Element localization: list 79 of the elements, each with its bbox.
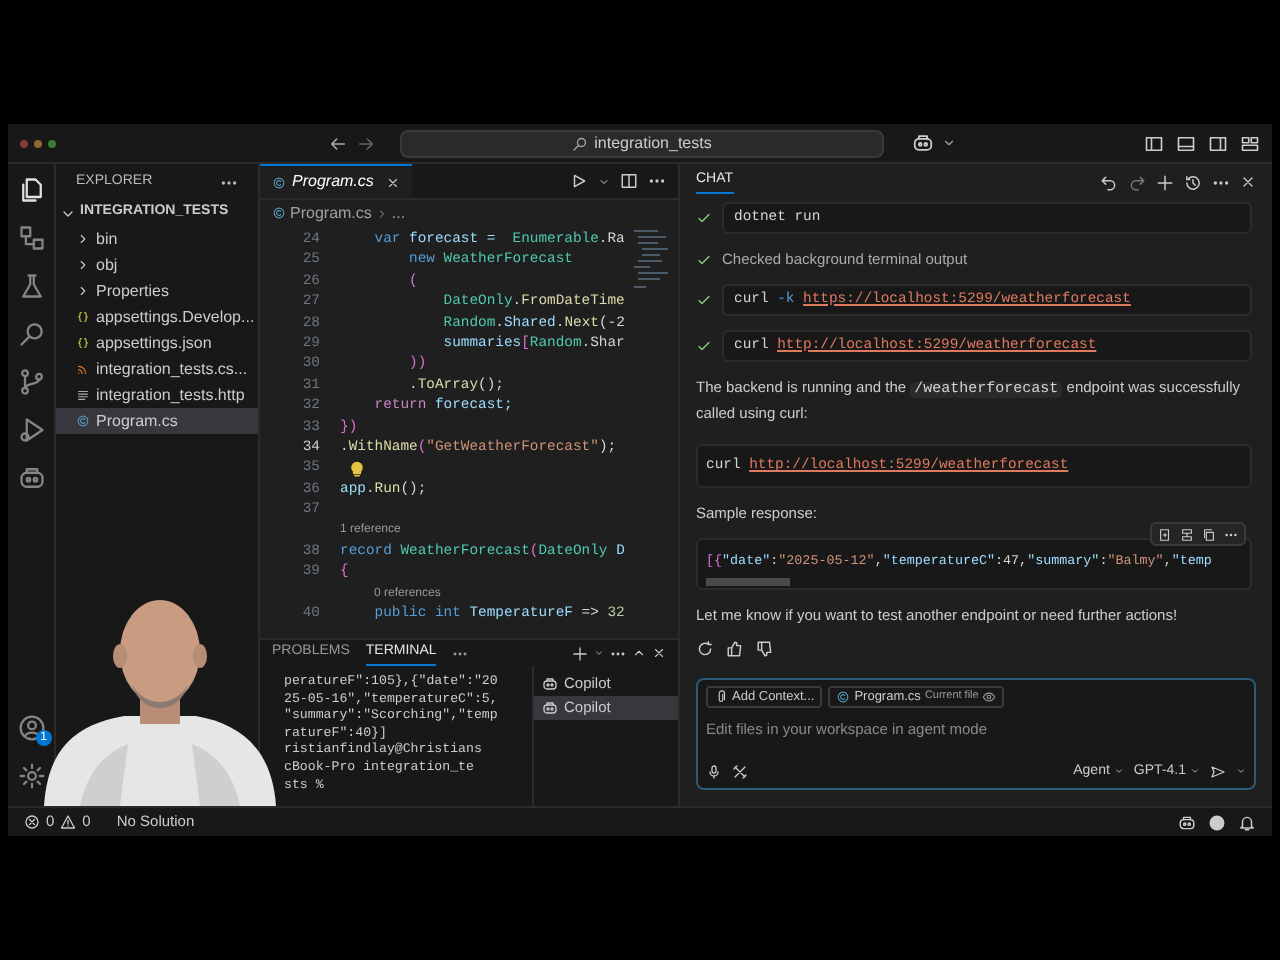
status-dot-icon[interactable]	[1208, 813, 1226, 831]
error-icon[interactable]	[24, 814, 40, 830]
close-icon[interactable]	[1240, 174, 1256, 190]
robot-icon[interactable]	[17, 464, 45, 492]
file-tree-item[interactable]: bin	[56, 226, 258, 252]
chevron-right-icon	[375, 207, 388, 219]
account-icon[interactable]	[17, 714, 45, 742]
run-debug-icon[interactable]	[17, 416, 45, 444]
breadcrumb-item[interactable]: Program.cs	[290, 201, 372, 225]
check-icon	[696, 292, 712, 309]
tools-icon[interactable]	[732, 763, 748, 780]
lines-icon	[76, 388, 90, 402]
retry-icon[interactable]	[696, 640, 714, 659]
customize-layout-icon[interactable]	[1240, 133, 1260, 153]
scrollbar-thumb	[706, 578, 790, 587]
split-editor-icon[interactable]	[620, 172, 638, 190]
file-tree-item[interactable]: Properties	[56, 278, 258, 304]
copy-icon[interactable]	[1202, 527, 1216, 542]
editor-tab[interactable]: Program.cs	[260, 164, 412, 198]
caret-icon[interactable]	[1236, 766, 1246, 777]
file-tree-item[interactable]: integration_tests.cs...	[56, 356, 258, 382]
caret-icon	[1190, 766, 1200, 777]
bell-icon[interactable]	[1238, 813, 1256, 831]
check-icon	[696, 338, 712, 355]
caret-icon[interactable]	[942, 136, 956, 150]
redo-icon[interactable]	[1128, 173, 1146, 191]
sidebar-layout-icon[interactable]	[1144, 133, 1164, 153]
remote-explorer-icon[interactable]	[17, 224, 45, 252]
close-icon[interactable]	[385, 175, 400, 189]
forward-icon[interactable]	[356, 133, 376, 153]
insert-icon[interactable]	[1158, 527, 1172, 542]
caret-icon[interactable]	[594, 648, 604, 658]
settings-icon[interactable]	[17, 762, 45, 790]
panel-layout-icon[interactable]	[1176, 133, 1196, 153]
braces-icon	[76, 336, 90, 350]
file-tree-item[interactable]: appsettings.Develop...	[56, 304, 258, 330]
file-tree-item[interactable]: Program.cs	[56, 408, 258, 434]
robot-icon	[542, 700, 558, 716]
secondary-sidebar-icon[interactable]	[1208, 133, 1228, 153]
run-icon[interactable]	[570, 172, 588, 190]
rss-icon	[76, 362, 90, 376]
file-tree-item[interactable]: integration_tests.http	[56, 382, 258, 408]
warning-icon[interactable]	[60, 814, 77, 830]
history-icon[interactable]	[1184, 173, 1202, 191]
command-search-field[interactable]: integration_tests	[400, 129, 884, 157]
file-tree-item[interactable]: obj	[56, 252, 258, 278]
check-icon	[696, 210, 712, 226]
lightbulb-icon[interactable]	[348, 459, 366, 478]
paperclip-icon	[714, 690, 728, 704]
search-icon	[572, 135, 589, 151]
file-tree-item[interactable]: appsettings.json	[56, 330, 258, 356]
source-control-icon[interactable]	[17, 368, 45, 396]
files-icon[interactable]	[17, 176, 45, 204]
csharp-file-icon	[272, 206, 286, 220]
robot-icon[interactable]	[1178, 813, 1196, 831]
breadcrumb-item[interactable]: ...	[391, 201, 406, 225]
caret-icon	[1113, 766, 1124, 777]
microphone-icon[interactable]	[706, 763, 722, 780]
copilot-icon[interactable]	[912, 132, 934, 154]
braces-icon	[76, 310, 90, 324]
csharp-file-icon	[836, 690, 851, 704]
maximize-icon[interactable]	[632, 646, 646, 660]
thumbs-up-icon[interactable]	[726, 640, 744, 659]
apply-icon[interactable]	[1180, 527, 1194, 542]
send-icon[interactable]	[1210, 763, 1226, 780]
new-terminal-icon[interactable]	[572, 645, 588, 661]
undo-icon[interactable]	[1100, 173, 1118, 191]
new-chat-icon[interactable]	[1156, 173, 1174, 191]
caret-icon[interactable]	[598, 175, 610, 187]
csharp-file-icon	[272, 175, 286, 189]
flask-icon[interactable]	[17, 272, 45, 300]
eye-icon	[982, 690, 997, 704]
back-icon[interactable]	[328, 133, 348, 153]
close-icon[interactable]	[652, 646, 666, 660]
thumbs-down-icon[interactable]	[756, 640, 774, 659]
robot-icon	[542, 676, 558, 692]
search-icon[interactable]	[17, 320, 45, 348]
csharp-file-icon	[76, 414, 90, 428]
check-icon	[696, 251, 712, 268]
